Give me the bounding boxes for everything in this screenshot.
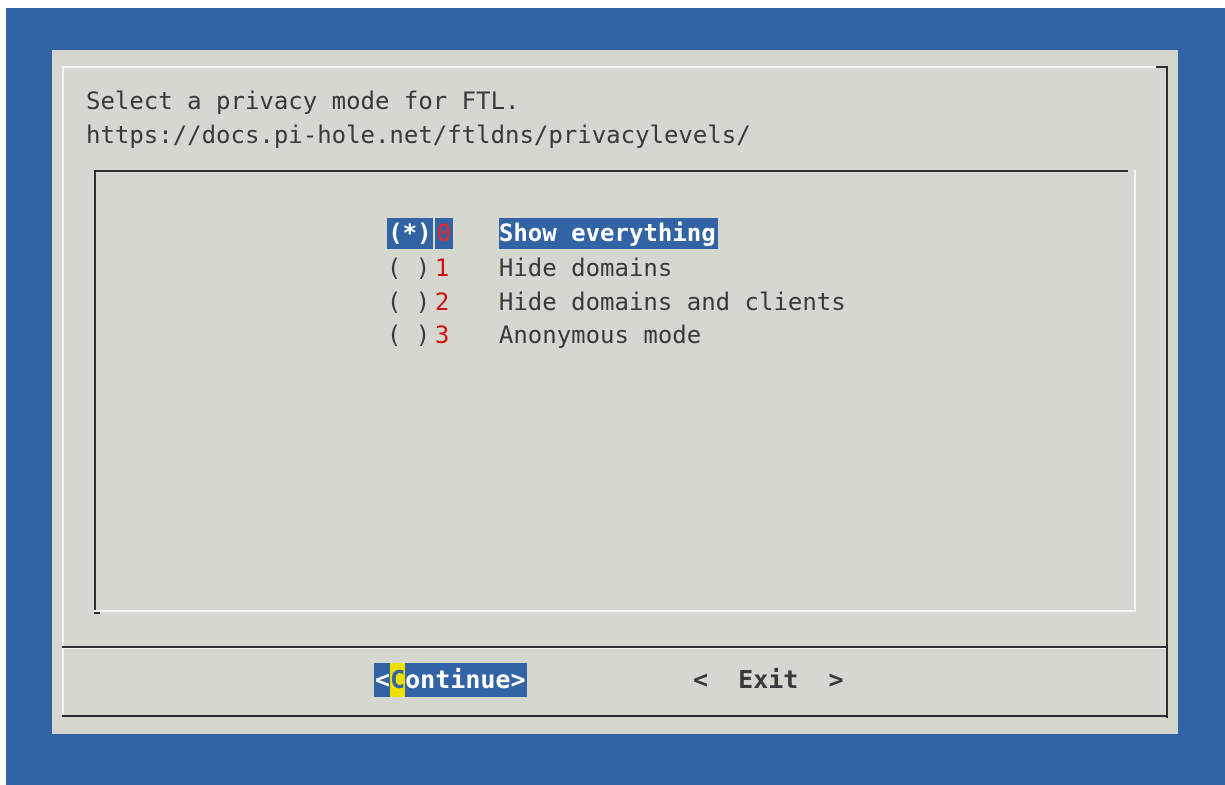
list-box-border-right bbox=[1134, 170, 1136, 612]
continue-button-right-bracket: > bbox=[510, 665, 526, 694]
radio-option-hide-domains-and-clients[interactable]: ( ) 2 Hide domains and clients bbox=[358, 256, 846, 316]
dialog-border-corner-tick bbox=[1156, 66, 1166, 68]
radio-option-anonymous-mode[interactable]: ( ) 3 Anonymous mode bbox=[358, 289, 701, 349]
dialog-border-bottom bbox=[62, 715, 1168, 717]
list-box-border-bottom bbox=[94, 610, 1136, 612]
prompt-url: https://docs.pi-hole.net/ftldns/privacyl… bbox=[86, 121, 751, 149]
option-hotkey: 3 bbox=[434, 321, 450, 349]
privacy-mode-dialog bbox=[52, 50, 1178, 734]
option-label: Anonymous mode bbox=[498, 321, 702, 349]
continue-hotkey: C bbox=[390, 663, 406, 697]
dialog-border-left bbox=[62, 66, 64, 716]
dialog-border-right bbox=[1166, 66, 1168, 718]
button-area-separator-highlight bbox=[62, 648, 1166, 649]
continue-button[interactable]: <Continue> bbox=[374, 663, 527, 697]
radio-option-show-everything[interactable]: (*) 0 Show everything bbox=[358, 187, 718, 249]
list-box-corner-tick bbox=[94, 612, 100, 614]
list-box-border-left bbox=[94, 170, 96, 614]
continue-button-label: ontinue bbox=[405, 665, 511, 694]
continue-button-left-bracket: < bbox=[375, 665, 391, 694]
prompt-text: Select a privacy mode for FTL. bbox=[86, 87, 520, 115]
radio-option-hide-domains[interactable]: ( ) 1 Hide domains bbox=[358, 222, 672, 282]
exit-button[interactable]: < Exit > bbox=[693, 663, 844, 697]
radio-indicator[interactable]: ( ) bbox=[387, 320, 435, 351]
dialog-border-top bbox=[62, 66, 1166, 68]
list-box-border-top bbox=[94, 170, 1128, 172]
